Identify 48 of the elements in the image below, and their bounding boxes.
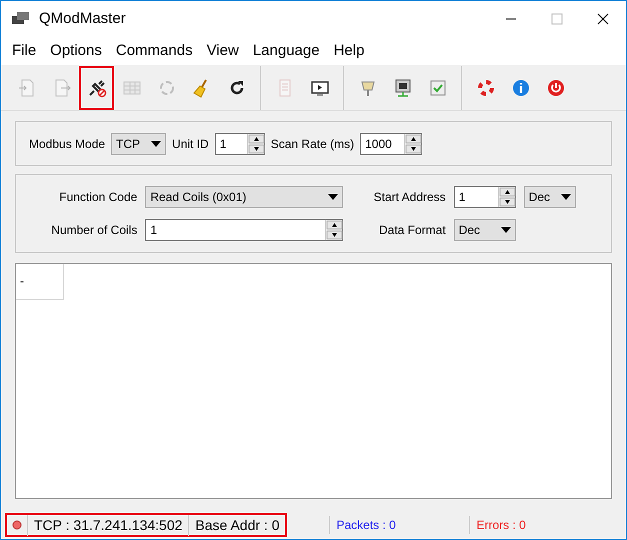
address-format-dropdown[interactable]: Dec	[524, 186, 576, 208]
plug-icon	[86, 78, 106, 98]
field-label: Function Code	[59, 190, 138, 204]
dropdown-caret-icon	[560, 194, 571, 200]
menu-item[interactable]: Language	[246, 40, 327, 62]
checkbox-icon	[428, 78, 448, 98]
spin-up-icon[interactable]	[326, 220, 344, 230]
lifebuoy-icon	[476, 78, 496, 98]
toolbar-button[interactable]	[79, 66, 114, 110]
field-label: Number of Coils	[51, 223, 138, 237]
dropdown-caret-icon	[151, 140, 162, 146]
window-title: QModMaster	[39, 8, 126, 29]
field-label: Scan Rate (ms)	[270, 136, 354, 152]
field-label: Data Format	[379, 223, 446, 237]
function-code-dropdown[interactable]: Read Coils (0x01)	[145, 186, 344, 208]
field-label: Start Address	[374, 190, 446, 204]
spin-up-icon[interactable]	[498, 187, 516, 197]
packets-count: Packets : 0	[329, 516, 470, 534]
network-port-icon	[392, 78, 412, 98]
spin-down-icon[interactable]	[498, 197, 516, 207]
spin-down-icon[interactable]	[248, 144, 265, 154]
menu-item[interactable]: Options	[43, 40, 109, 62]
dropdown-caret-icon	[500, 227, 511, 233]
errors-count: Errors : 0	[469, 516, 610, 534]
start-address-spinbox[interactable]: 1	[454, 186, 516, 208]
unit-id-spinbox[interactable]: 1	[214, 132, 265, 154]
data-format-dropdown[interactable]: Dec	[454, 219, 516, 241]
connection-status: TCP : 31.7.241.134:502	[27, 514, 188, 536]
menu-item[interactable]: View	[200, 40, 246, 62]
spin-down-icon[interactable]	[326, 230, 344, 240]
menu-item[interactable]: File	[5, 40, 44, 62]
spin-up-icon[interactable]	[405, 134, 422, 144]
menu-item[interactable]: Commands	[108, 40, 200, 62]
count-spinbox[interactable]: 1	[145, 219, 344, 241]
table-cell: -	[16, 264, 64, 300]
spin-down-icon[interactable]	[405, 144, 422, 154]
document-arrow-icon	[16, 78, 36, 98]
field-label: Unit ID	[172, 136, 209, 152]
field-label: Modbus Mode	[29, 136, 106, 152]
power-icon	[546, 78, 566, 98]
base-address: Base Addr : 0	[188, 514, 286, 536]
info-icon	[510, 78, 530, 98]
app-icon	[12, 12, 30, 26]
scan-rate-spinbox[interactable]: 1000	[360, 132, 422, 154]
menu-item[interactable]: Help	[326, 40, 372, 62]
spin-up-icon[interactable]	[248, 134, 265, 144]
mode-dropdown[interactable]: TCP	[111, 132, 166, 154]
dropdown-caret-icon	[328, 194, 338, 200]
